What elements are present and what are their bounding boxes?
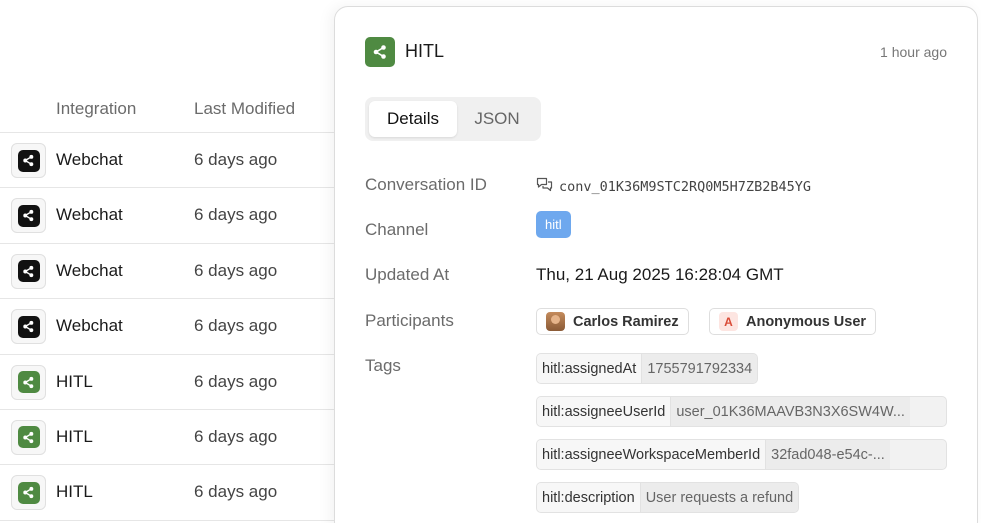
integration-name: HITL [56,371,93,391]
integrations-table: Integration Last Modified Webchat 6 days … [0,86,334,521]
share-icon [17,481,40,504]
column-header-integration[interactable]: Integration [56,99,136,119]
share-icon [17,260,40,283]
column-header-last-modified[interactable]: Last Modified [194,99,295,119]
participant-name: Carlos Ramirez [573,313,679,330]
conversation-id-text: conv_01K36M9STC2RQ0M5H7ZB2B45YG [559,178,811,195]
updated-at-label: Updated At [365,265,450,284]
view-tabs: Details JSON [365,97,541,141]
integration-name: HITL [56,426,93,446]
conversation-id-label: Conversation ID [365,175,487,194]
integration-icon-box [11,309,46,345]
tag-key: hitl:assigneeWorkspaceMemberId [537,440,767,469]
tag-chip[interactable]: hitl:assigneeWorkspaceMemberId 32fad048-… [536,439,947,470]
chat-bubbles-icon [536,177,553,196]
table-header: Integration Last Modified [0,86,334,133]
integration-icon-box [11,419,46,455]
table-row[interactable]: Webchat 6 days ago [0,188,334,244]
table-row[interactable]: HITL 6 days ago [0,355,334,410]
tag-value: user_01K36MAAVB3N3X6SW4W... [671,397,910,426]
share-icon [17,204,40,227]
tab-json[interactable]: JSON [457,101,537,137]
last-modified-time: 6 days ago [194,371,278,391]
tab-details[interactable]: Details [369,101,457,137]
participant-chip[interactable]: A Anonymous User [709,308,877,335]
channel-label: Channel [365,220,429,239]
last-modified-time: 6 days ago [194,316,278,336]
integration-icon-box [11,198,46,234]
table-row[interactable]: Webchat 6 days ago [0,244,334,300]
tag-key: hitl:description [537,483,641,512]
share-icon [17,315,40,338]
share-icon [365,37,395,67]
channel-value: hitl [536,211,571,238]
channel-badge: hitl [536,211,571,238]
table-row[interactable]: Webchat 6 days ago [0,299,334,355]
integration-name: Webchat [56,205,123,225]
tag-key: hitl:assigneeUserId [537,397,672,426]
integration-name: HITL [56,482,93,502]
last-modified-time: 6 days ago [194,205,278,225]
tag-chip[interactable]: hitl:description User requests a refund [536,482,800,513]
share-icon [17,371,40,394]
last-modified-time: 6 days ago [194,426,278,446]
tag-value: 32fad048-e54c-... [766,440,890,469]
table-row[interactable]: HITL 6 days ago [0,410,334,466]
tag-value: 1755791792334 [642,354,758,383]
last-modified-time: 6 days ago [194,260,278,280]
conversation-id-value[interactable]: conv_01K36M9STC2RQ0M5H7ZB2B45YG [536,177,811,196]
integration-name: Webchat [56,316,123,336]
anonymous-avatar-icon: A [719,312,738,331]
tag-chip[interactable]: hitl:assignedAt 1755791792334 [536,353,759,384]
tag-chip[interactable]: hitl:assigneeUserId user_01K36MAAVB3N3X6… [536,396,947,427]
integration-icon-box [11,475,46,511]
last-modified-time: 6 days ago [194,482,278,502]
integration-name: Webchat [56,260,123,280]
integration-name: Webchat [56,150,123,169]
conversation-detail-panel: HITL 1 hour ago Details JSON Conversatio… [334,6,978,523]
tag-key: hitl:assignedAt [537,354,643,383]
tag-value: User requests a refund [640,483,799,512]
updated-at-value: Thu, 21 Aug 2025 16:28:04 GMT [536,265,784,284]
avatar [546,312,565,331]
integration-icon-box [11,253,46,289]
integration-icon-box [11,364,46,400]
tags-label: Tags [365,356,401,375]
table-row[interactable]: Webchat 6 days ago [0,133,334,189]
panel-title: HITL [405,41,445,61]
participants-label: Participants [365,311,454,330]
participant-chip[interactable]: Carlos Ramirez [536,308,689,335]
integration-icon-box [11,143,46,178]
share-icon [17,426,40,449]
share-icon [17,149,40,172]
participant-name: Anonymous User [746,313,867,330]
panel-timestamp: 1 hour ago [880,44,947,60]
table-row[interactable]: HITL 6 days ago [0,465,334,521]
last-modified-time: 6 days ago [194,150,278,169]
